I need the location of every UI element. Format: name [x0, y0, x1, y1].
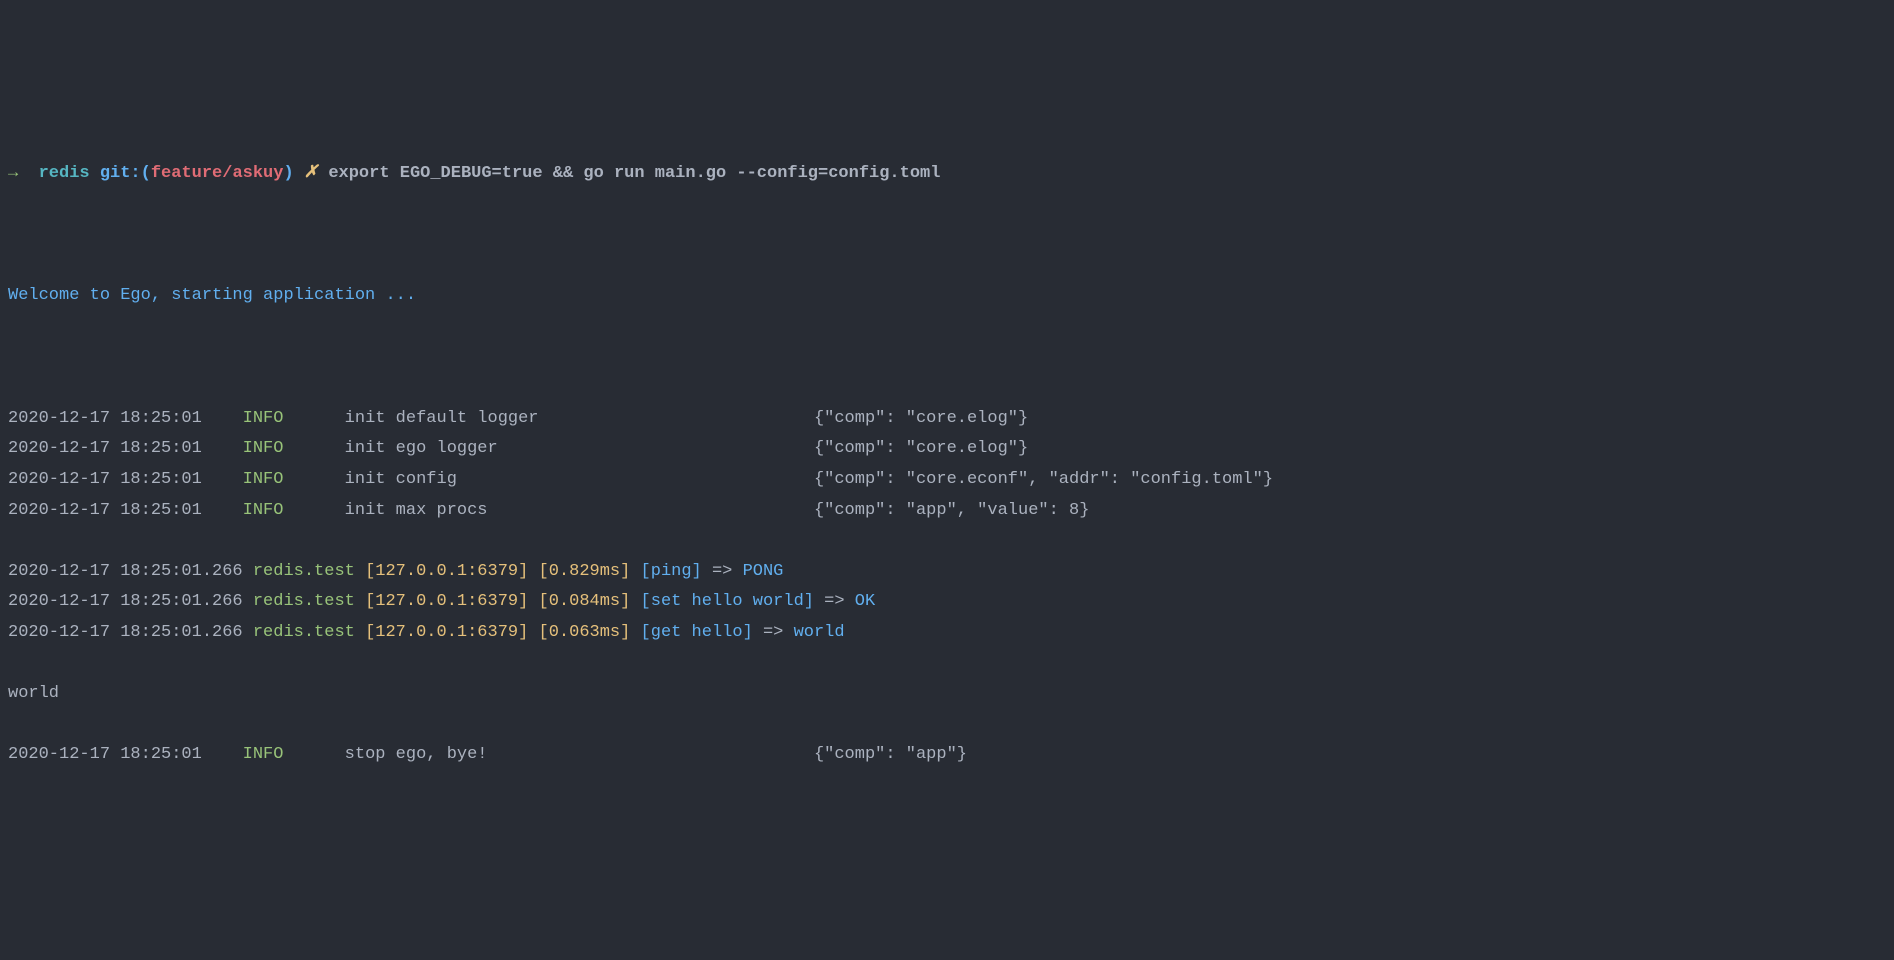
log-meta: {"comp": "core.elog"}	[814, 439, 1028, 458]
log-level: INFO	[243, 501, 345, 520]
redis-operation: [set hello world]	[641, 592, 814, 611]
redis-arrow: =>	[702, 562, 743, 581]
log-line-info: 2020-12-17 18:25:01 INFO init max procs …	[8, 496, 1886, 527]
log-timestamp: 2020-12-17 18:25:01	[8, 745, 243, 764]
log-meta: {"comp": "core.econf", "addr": "config.t…	[814, 470, 1273, 489]
log-timestamp: 2020-12-17 18:25:01	[8, 470, 243, 489]
log-meta: {"comp": "core.elog"}	[814, 409, 1028, 428]
log-level: INFO	[243, 470, 345, 489]
redis-address: [127.0.0.1:6379]	[365, 592, 528, 611]
stdout-line: world	[8, 679, 1886, 710]
log-line-info: 2020-12-17 18:25:01 INFO init config {"c…	[8, 465, 1886, 496]
log-timestamp: 2020-12-17 18:25:01	[8, 409, 243, 428]
prompt-arrow: →	[8, 164, 18, 183]
git-dirty-indicator: ✗	[304, 164, 318, 183]
log-timestamp: 2020-12-17 18:25:01	[8, 501, 243, 520]
log-level: INFO	[243, 439, 345, 458]
log-line-info: 2020-12-17 18:25:01 INFO init default lo…	[8, 404, 1886, 435]
redis-duration: [0.063ms]	[539, 623, 631, 642]
redis-client-name: redis.test	[253, 562, 355, 581]
log-meta: {"comp": "app"}	[814, 745, 967, 764]
log-line-info: 2020-12-17 18:25:01 INFO stop ego, bye! …	[8, 740, 1886, 771]
redis-log-block: 2020-12-17 18:25:01.266 redis.test [127.…	[8, 557, 1886, 649]
log-timestamp: 2020-12-17 18:25:01.266	[8, 623, 243, 642]
log-line-redis: 2020-12-17 18:25:01.266 redis.test [127.…	[8, 618, 1886, 649]
redis-duration: [0.829ms]	[539, 562, 631, 581]
redis-client-name: redis.test	[253, 592, 355, 611]
log-message: init config	[345, 470, 814, 489]
log-line-info: 2020-12-17 18:25:01 INFO init ego logger…	[8, 434, 1886, 465]
redis-arrow: =>	[753, 623, 794, 642]
stop-log-line: 2020-12-17 18:25:01 INFO stop ego, bye! …	[8, 740, 1886, 771]
welcome-message: Welcome to Ego, starting application ...	[8, 281, 1886, 312]
redis-result: PONG	[743, 562, 784, 581]
info-log-block: 2020-12-17 18:25:01 INFO init default lo…	[8, 404, 1886, 526]
log-meta: {"comp": "app", "value": 8}	[814, 501, 1089, 520]
log-timestamp: 2020-12-17 18:25:01	[8, 439, 243, 458]
log-line-redis: 2020-12-17 18:25:01.266 redis.test [127.…	[8, 587, 1886, 618]
log-message: init max procs	[345, 501, 814, 520]
terminal-output: → redis git:(feature/askuy) ✗ export EGO…	[8, 128, 1886, 801]
git-branch: feature/askuy	[151, 164, 284, 183]
log-level: INFO	[243, 409, 345, 428]
log-message: init ego logger	[345, 439, 814, 458]
redis-arrow: =>	[814, 592, 855, 611]
log-timestamp: 2020-12-17 18:25:01.266	[8, 592, 243, 611]
log-level: INFO	[243, 745, 345, 764]
redis-result: OK	[855, 592, 875, 611]
git-label: git:	[100, 164, 141, 183]
redis-address: [127.0.0.1:6379]	[365, 623, 528, 642]
log-line-redis: 2020-12-17 18:25:01.266 redis.test [127.…	[8, 557, 1886, 588]
redis-result: world	[794, 623, 845, 642]
redis-client-name: redis.test	[253, 623, 355, 642]
blank-line	[8, 343, 1886, 374]
log-message: stop ego, bye!	[345, 745, 814, 764]
redis-operation: [get hello]	[641, 623, 753, 642]
prompt-line[interactable]: → redis git:(feature/askuy) ✗ export EGO…	[8, 159, 1886, 190]
paren-open: (	[141, 164, 151, 183]
repo-name: redis	[39, 164, 90, 183]
log-message: init default logger	[345, 409, 814, 428]
blank-line	[8, 220, 1886, 251]
redis-address: [127.0.0.1:6379]	[365, 562, 528, 581]
paren-close: )	[283, 164, 293, 183]
command-text: export EGO_DEBUG=true && go run main.go …	[328, 164, 940, 183]
log-timestamp: 2020-12-17 18:25:01.266	[8, 562, 243, 581]
redis-duration: [0.084ms]	[539, 592, 631, 611]
redis-operation: [ping]	[641, 562, 702, 581]
